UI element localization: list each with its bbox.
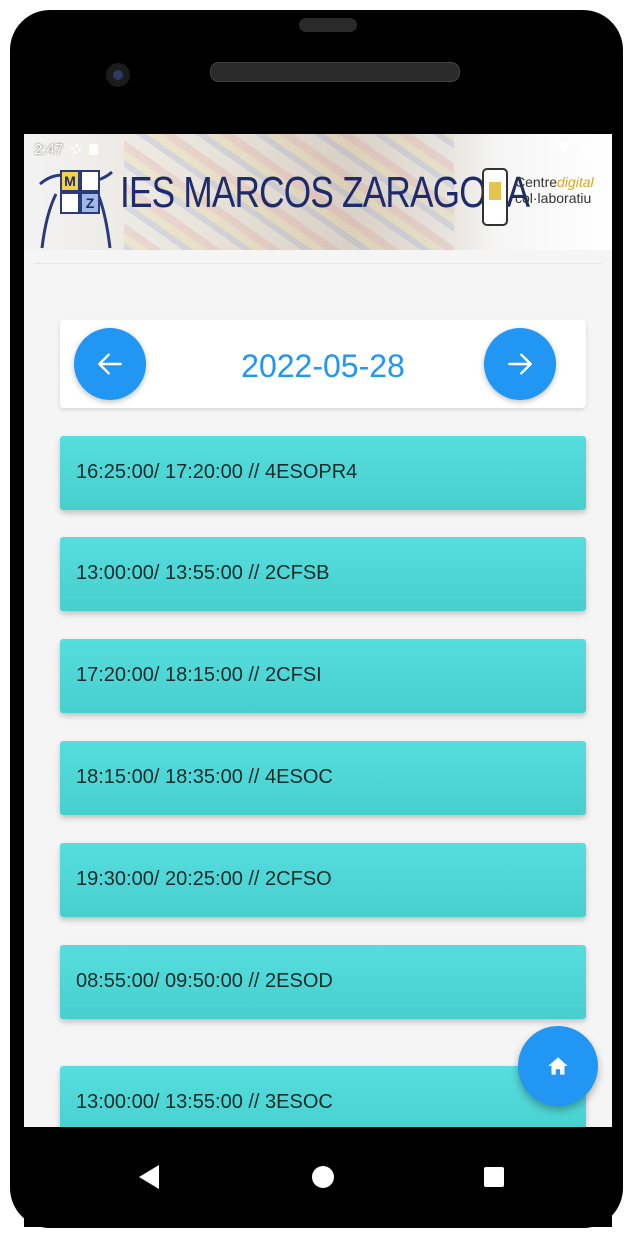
recent-apps-icon[interactable] — [484, 1167, 504, 1187]
settings-icon — [71, 144, 82, 154]
next-day-button[interactable] — [484, 328, 556, 400]
sd-card-icon — [89, 143, 99, 155]
status-time: 2:47 — [34, 140, 64, 158]
back-icon[interactable] — [139, 1165, 159, 1189]
wifi-icon — [556, 142, 572, 153]
app-screen: 2:47 M Z IES MARCOS ZARAGOZA Centredigit… — [24, 134, 612, 1127]
divider — [34, 263, 602, 264]
logo-letter-m: M — [60, 170, 80, 192]
status-bar: 2:47 — [24, 134, 612, 164]
arrow-right-icon — [508, 353, 532, 375]
logo-cell-blank — [80, 170, 100, 192]
phone-logo-icon — [482, 168, 508, 226]
collaboratiu-text: col·laboratiu — [515, 190, 592, 206]
home-icon — [548, 1057, 568, 1075]
signal-icon — [578, 141, 591, 154]
logo-letter-z: Z — [80, 192, 100, 214]
session-label: 08:55:00/ 09:50:00 // 2ESOD — [76, 970, 333, 992]
android-nav-bar — [24, 1127, 612, 1227]
digital-text: digital — [557, 174, 594, 190]
session-label: 13:00:00/ 13:55:00 // 3ESOC — [76, 1091, 333, 1113]
header-banner: 2:47 M Z IES MARCOS ZARAGOZA Centredigit… — [24, 134, 612, 250]
session-item[interactable]: 08:55:00/ 09:50:00 // 2ESOD — [60, 945, 586, 1019]
session-label: 13:00:00/ 13:55:00 // 2CFSB — [76, 562, 330, 584]
logo-cell-blank — [60, 192, 80, 214]
date-navigator: 2022-05-28 — [60, 320, 586, 408]
session-item[interactable]: 19:30:00/ 20:25:00 // 2CFSO — [60, 843, 586, 917]
session-label: 16:25:00/ 17:20:00 // 4ESOPR4 — [76, 461, 358, 483]
session-item[interactable]: 17:20:00/ 18:15:00 // 2CFSI — [60, 639, 586, 713]
earpiece-grille — [210, 62, 460, 82]
session-item[interactable]: 18:15:00/ 18:35:00 // 4ESOC — [60, 741, 586, 815]
centre-text: Centre — [515, 174, 558, 190]
session-item[interactable]: 13:00:00/ 13:55:00 // 3ESOC — [60, 1066, 586, 1127]
front-camera — [106, 63, 130, 87]
home-fab-button[interactable] — [518, 1026, 598, 1106]
session-label: 19:30:00/ 20:25:00 // 2CFSO — [76, 868, 332, 890]
school-name: IES MARCOS ZARAGOZA — [120, 168, 530, 217]
school-logo: M Z — [36, 164, 116, 250]
session-item[interactable]: 16:25:00/ 17:20:00 // 4ESOPR4 — [60, 436, 586, 510]
session-label: 18:15:00/ 18:35:00 // 4ESOC — [76, 766, 333, 788]
session-item[interactable]: 13:00:00/ 13:55:00 // 2CFSB — [60, 537, 586, 611]
top-speaker — [299, 18, 357, 32]
home-nav-icon[interactable] — [312, 1166, 334, 1188]
battery-icon — [597, 141, 604, 154]
centre-digital-logo: Centredigital col·laboratiu — [482, 168, 612, 230]
session-label: 17:20:00/ 18:15:00 // 2CFSI — [76, 664, 322, 686]
